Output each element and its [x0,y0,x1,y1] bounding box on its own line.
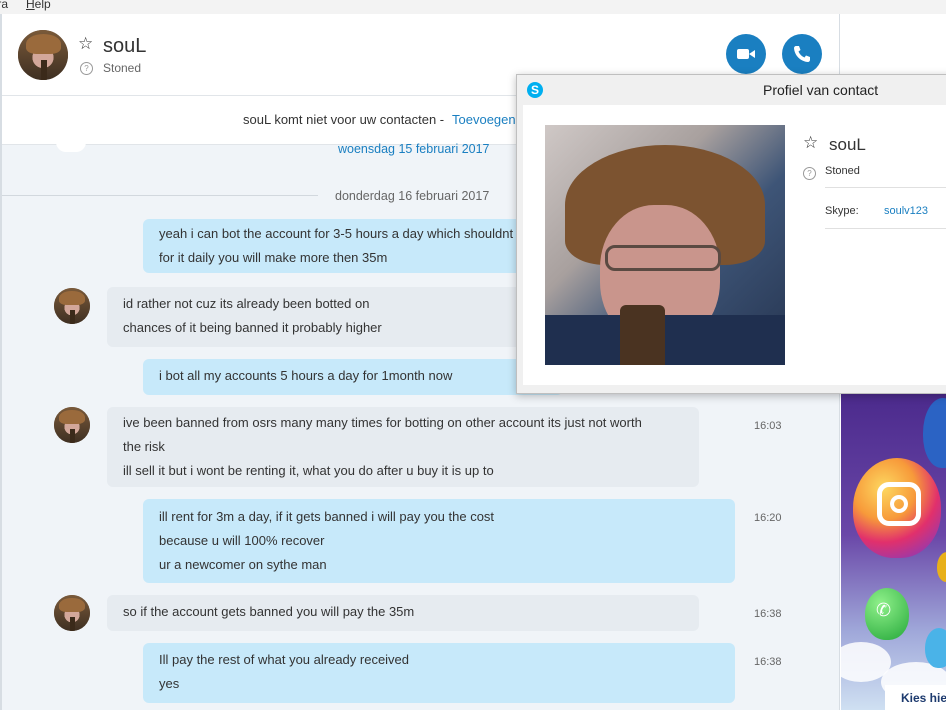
video-call-button[interactable] [726,34,766,74]
date-separator: woensdag 15 februari 2017 [338,142,490,156]
message-bubble-incoming[interactable]: so if the account gets banned you will p… [107,595,699,631]
star-icon[interactable]: ☆ [803,133,818,153]
previous-avatar-partial [56,142,86,152]
message-line: id rather not cuz its already been botte… [123,296,370,311]
message-line: ur a newcomer on sythe man [159,557,327,572]
whatsapp-balloon-icon: ✆ [865,588,909,640]
message-timestamp: 16:38 [754,608,782,620]
message-line: the risk [123,439,165,454]
message-line: ill sell it but i wont be renting it, wh… [123,463,494,478]
message-timestamp: 16:38 [754,656,782,668]
right-panel-blank [841,14,946,74]
balloon-icon [937,552,946,582]
message-line: because u will 100% recover [159,533,325,548]
message-line: chances of it being banned it probably h… [123,320,382,335]
message-bubble-outgoing[interactable]: ill rent for 3m a day, if it gets banned… [143,499,735,583]
message-line: ill rent for 3m a day, if it gets banned… [159,509,495,524]
message-bubble-incoming[interactable]: ive been banned from osrs many many time… [107,407,699,487]
profile-body: ☆ souL ? Stoned Skype: soulv123 [523,105,946,385]
message-line: yeah i can bot the account for 3-5 hours… [159,226,514,241]
message-line: i bot all my accounts 5 hours a day for … [159,368,453,383]
message-bubble-outgoing[interactable]: Ill pay the rest of what you already rec… [143,643,735,703]
question-mark-icon: ? [803,167,816,180]
contact-mood: Stoned [103,61,142,75]
instagram-balloon-icon [853,458,941,558]
ad-cta-button[interactable]: Kies hie [885,685,946,710]
menu-bar: tra Help [0,0,946,14]
balloon-icon [923,398,946,468]
phone-icon [794,46,810,62]
skype-logo-icon: S [527,82,543,98]
divider [825,187,946,188]
contact-avatar[interactable] [54,288,90,324]
star-icon[interactable]: ☆ [78,34,93,54]
profile-mood: Stoned [825,165,860,177]
contact-name[interactable]: souL [103,35,146,58]
contact-avatar[interactable] [54,407,90,443]
menu-item-help[interactable]: Help [26,0,51,11]
message-bubble-outgoing[interactable]: i bot all my accounts 5 hours a day for … [143,359,563,395]
message-line: for it daily you will make more then 35m [159,250,388,265]
divider [825,228,946,229]
message-timestamp: 16:20 [754,512,782,524]
message-bubble-incoming[interactable]: id rather not cuz its already been botte… [107,287,567,347]
message-line: so if the account gets banned you will p… [123,604,415,619]
date-separator: donderdag 16 februari 2017 [335,189,490,203]
contact-avatar[interactable] [54,595,90,631]
message-timestamp: 16:03 [754,420,782,432]
profile-photo [545,125,785,365]
notice-text: souL komt niet voor uw contacten - [243,112,445,127]
window-titlebar[interactable]: S Profiel van contact [517,75,946,105]
skype-id-label: Skype: [825,205,859,217]
advertisement-panel[interactable]: ✆ Kies hie [841,392,946,710]
message-line: ive been banned from osrs many many time… [123,415,642,430]
divider [2,195,318,196]
video-camera-icon [737,49,755,59]
add-contact-link[interactable]: Toevoegen [452,112,516,127]
message-line: Ill pay the rest of what you already rec… [159,652,410,667]
twitter-balloon-icon [925,628,946,668]
skype-id-value[interactable]: soulv123 [884,205,928,217]
contact-avatar[interactable] [18,30,68,80]
profile-name: souL [829,135,866,154]
message-bubble-outgoing[interactable]: yeah i can bot the account for 3-5 hours… [143,219,563,273]
message-line: yes [159,676,180,691]
question-mark-icon: ? [80,62,93,75]
menu-item-extra[interactable]: tra [0,0,8,11]
voice-call-button[interactable] [782,34,822,74]
window-title: Profiel van contact [763,82,879,98]
contact-profile-window: S Profiel van contact ☆ souL ? Stoned Sk… [516,74,946,394]
